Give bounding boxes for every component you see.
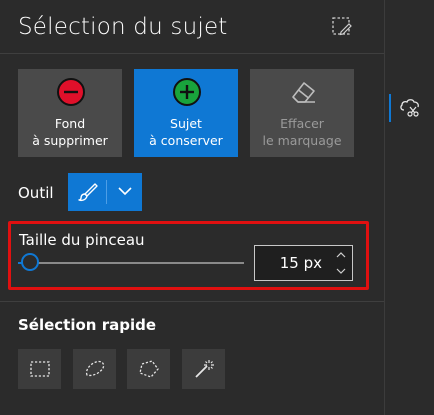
select-edit-icon[interactable] [331,16,353,38]
action-label-line2: le marquage [262,133,342,148]
clear-marking-button[interactable]: Effacer le marquage [250,69,354,157]
polygon-select-icon [139,360,159,378]
plus-circle-icon [173,78,201,106]
rectangle-select-icon [30,361,50,377]
subject-keep-button[interactable]: Sujet à conserver [134,69,238,157]
eraser-icon [292,82,315,103]
panel-title: Sélection du sujet [18,14,228,40]
brush-size-input[interactable]: 15 px [254,245,353,281]
brush-size-label: Taille du pinceau [19,231,145,249]
freeform-select-button[interactable] [73,349,116,389]
divider [106,180,107,204]
tool-label: Outil [18,184,54,202]
action-label-line2: à conserver [149,133,223,148]
brush-size-slider-track[interactable] [26,262,244,264]
subject-selection-panel: Sélection du sujet Fond à supprimer Suje… [0,0,384,415]
tool-selector[interactable] [68,173,142,211]
action-label-line1: Fond [54,116,86,131]
quick-select-title: Sélection rapide [18,316,157,334]
polygon-select-button[interactable] [127,349,170,389]
chevron-down-icon[interactable] [336,267,346,275]
freeform-select-icon [85,360,105,377]
right-toolbar [384,0,434,415]
cloud-scissors-icon[interactable] [399,96,421,118]
brush-size-value: 15 px [279,254,322,272]
divider [0,301,384,302]
chevron-up-icon[interactable] [336,251,346,259]
magic-wand-icon [195,360,214,378]
minus-circle-icon [57,78,85,106]
divider [0,53,384,54]
rectangle-select-button[interactable] [18,349,61,389]
magic-wand-button[interactable] [182,349,225,389]
background-remove-button[interactable]: Fond à supprimer [18,69,122,157]
chevron-down-icon[interactable] [118,186,132,196]
action-label-line1: Sujet [170,116,202,131]
active-indicator [389,94,391,122]
action-label-line2: à supprimer [32,133,108,148]
action-label-line1: Effacer [280,116,324,131]
brush-icon [78,183,98,202]
